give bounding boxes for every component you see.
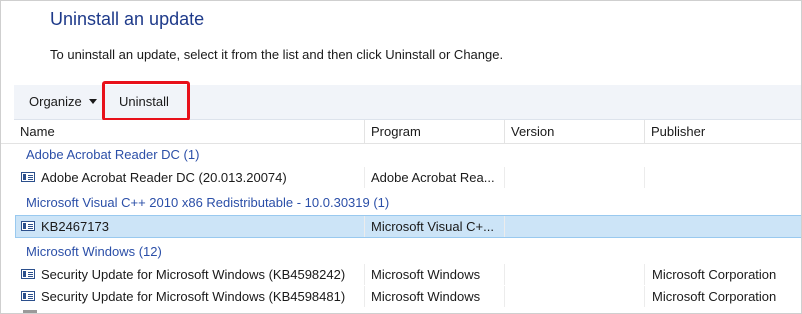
update-icon (21, 269, 35, 279)
row-name: Security Update for Microsoft Windows (K… (41, 289, 346, 304)
cell-divider (644, 264, 645, 285)
row-publisher: Microsoft Corporation (652, 267, 777, 282)
organize-label: Organize (29, 94, 82, 109)
group-header-visual-cpp[interactable]: Microsoft Visual C++ 2010 x86 Redistribu… (26, 195, 389, 210)
row-program: Microsoft Visual C+... (371, 219, 494, 234)
list-item[interactable]: Security Update for Microsoft Windows (K… (16, 264, 801, 285)
column-header-version[interactable]: Version (505, 120, 644, 143)
list-item[interactable]: Security Update for Microsoft Windows (K… (16, 286, 801, 307)
uninstall-button[interactable]: Uninstall (119, 85, 169, 119)
cell-divider (504, 264, 505, 285)
row-name: Adobe Acrobat Reader DC (20.013.20074) (41, 170, 287, 185)
column-header-row: Name Program Version Publisher (1, 120, 801, 144)
update-icon (21, 172, 35, 182)
cell-divider (364, 286, 365, 307)
page-title: Uninstall an update (50, 9, 205, 29)
row-name: KB2467173 (41, 219, 109, 234)
page-subtitle: To uninstall an update, select it from t… (50, 47, 504, 62)
cell-divider (364, 216, 365, 237)
row-name: Security Update for Microsoft Windows (K… (41, 267, 346, 282)
uninstall-update-panel: Uninstall an update To uninstall an upda… (0, 0, 802, 314)
update-icon (21, 221, 35, 231)
update-icon (21, 291, 35, 301)
cell-divider (364, 264, 365, 285)
cell-divider (504, 286, 505, 307)
row-publisher: Microsoft Corporation (652, 289, 777, 304)
row-program: Microsoft Windows (371, 289, 481, 304)
row-program: Microsoft Windows (371, 267, 481, 282)
row-program: Adobe Acrobat Rea... (371, 170, 495, 185)
group-header-microsoft-windows[interactable]: Microsoft Windows (12) (26, 244, 162, 259)
cell-divider (644, 286, 645, 307)
column-header-name[interactable]: Name (14, 120, 364, 143)
group-header-adobe[interactable]: Adobe Acrobat Reader DC (1) (26, 147, 199, 162)
column-header-program[interactable]: Program (365, 120, 504, 143)
chevron-down-icon (88, 99, 97, 105)
column-header-publisher[interactable]: Publisher (645, 120, 801, 143)
cell-divider (504, 167, 505, 188)
cell-divider (504, 216, 505, 237)
cell-divider (364, 167, 365, 188)
next-row-icon-fragment (23, 310, 37, 313)
list-item[interactable]: Adobe Acrobat Reader DC (20.013.20074) A… (16, 167, 801, 188)
list-item-selected[interactable]: KB2467173 Microsoft Visual C+... (15, 215, 801, 238)
toolbar: Organize Uninstall (14, 85, 801, 120)
organize-menu-button[interactable]: Organize (29, 85, 97, 119)
cell-divider (644, 167, 645, 188)
